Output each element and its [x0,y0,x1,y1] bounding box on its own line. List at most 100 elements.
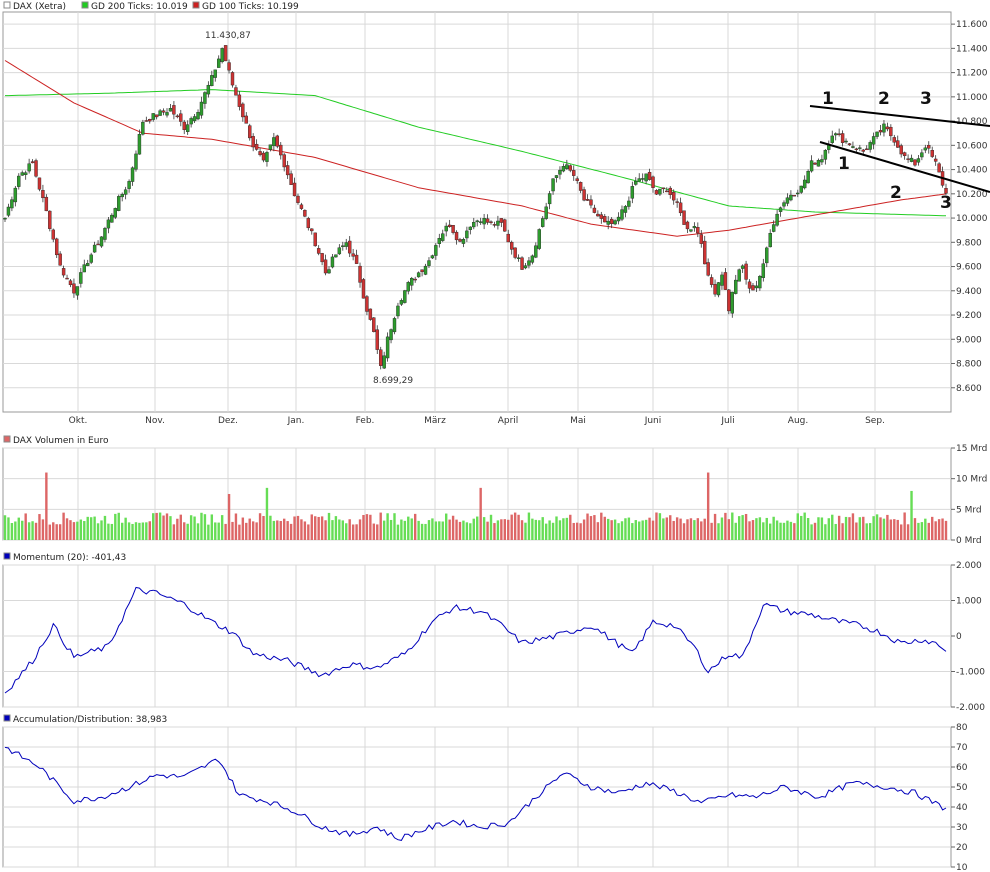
y-tick-label: 9.800 [956,238,982,248]
candle-down [279,144,283,156]
candle-down [55,238,59,256]
candle-up [554,175,559,178]
candle-up [516,257,521,259]
volume-bar [62,512,65,540]
candle-down [575,178,579,181]
candle-up [110,214,114,223]
volume-bar [55,524,58,540]
momentum-y-axis: 2.000 1.000 0 -1.000 -2.000 [951,561,985,713]
volume-bar [855,522,858,540]
volume-bar [641,520,644,540]
volume-bar [927,522,930,540]
candle-up [758,276,762,289]
volume-bar [231,521,234,540]
volume-bar [93,516,96,540]
candle-up [544,206,548,219]
candle-down [654,190,659,195]
candle-up [137,134,142,155]
volume-bar [548,520,551,540]
candle-up [123,189,128,195]
candle-down [596,213,600,217]
y-tick-label: 15 Mrd [956,444,987,454]
volume-bar [541,517,544,540]
volume-bar [837,515,841,540]
candle-down [361,279,366,299]
candle-up [158,110,162,116]
price-y-axis: 8.600 8.800 9.000 9.200 9.400 9.600 9.800 10.00… [951,20,988,394]
volume-bar [138,522,141,540]
candle-down [358,265,362,283]
candle-up [430,255,435,259]
x-tick-label: Feb. [356,416,375,426]
candle-down [899,145,903,155]
volume-bar [469,523,472,540]
volume-bar [579,523,582,540]
volume-bar [427,520,431,540]
candle-down [285,165,290,176]
candle-down [578,182,583,191]
volume-bar [196,523,200,540]
volume-bar [831,514,834,540]
volume-bar [851,513,855,540]
candle-down [261,152,266,161]
volume-bar [52,522,55,540]
volume-bar [282,518,286,540]
y-tick-label: 11.200 [956,69,988,79]
legend-label-ad: Accumulation/Distribution: 38,983 [13,715,167,725]
y-tick-label: 9.200 [956,311,982,321]
candle-up [796,192,800,195]
volume-bar [858,517,862,540]
volume-bar [410,518,413,540]
y-tick-label: 30 [956,823,968,833]
volume-bar [58,524,62,540]
candle-down [372,317,376,332]
volume-bar [734,522,737,540]
volume-bar [379,512,382,540]
volume-bar [24,513,27,540]
candle-down [592,207,597,213]
volume-bar [913,518,917,540]
candle-down [865,148,869,151]
volume-bar [903,512,906,540]
candle-down [744,263,748,280]
volume-bar [696,518,700,540]
volume-bar [303,521,307,540]
volume-bar [448,519,451,540]
candle-up [623,206,628,213]
candle-down [161,110,166,113]
volume-bar [110,523,114,540]
volume-bar [117,512,120,540]
candle-down [296,195,300,203]
candle-up [82,264,86,273]
candle-up [909,157,914,162]
volume-bar [693,520,696,540]
y-tick-label: 20 [956,843,968,853]
volume-bar [14,521,17,540]
volume-bar [479,487,482,540]
candle-down [347,240,352,254]
volume-bar [586,513,589,540]
y-tick-label: 8.800 [956,360,982,370]
volume-bar [589,516,593,540]
volume-bar [758,517,762,540]
volume-bar [565,517,569,540]
volume-bar [551,522,555,540]
volume-bar [158,512,162,540]
candle-up [403,290,407,303]
volume-bar [21,520,24,540]
volume-bar [248,518,251,540]
legend-label-sma200: GD 200 Ticks: 10.019 [91,2,188,12]
volume-bar [362,514,365,540]
candle-down [937,163,941,173]
y-tick-label: 5 Mrd [956,505,982,515]
volume-bar [200,512,203,540]
candle-down [589,199,593,206]
volume-bar [424,523,427,540]
candle-up [427,260,431,266]
volume-bar [114,513,117,540]
candle-up [341,245,345,247]
candle-down [223,45,228,62]
candle-up [527,260,531,266]
candle-up [434,245,438,256]
volume-bar [486,521,489,540]
